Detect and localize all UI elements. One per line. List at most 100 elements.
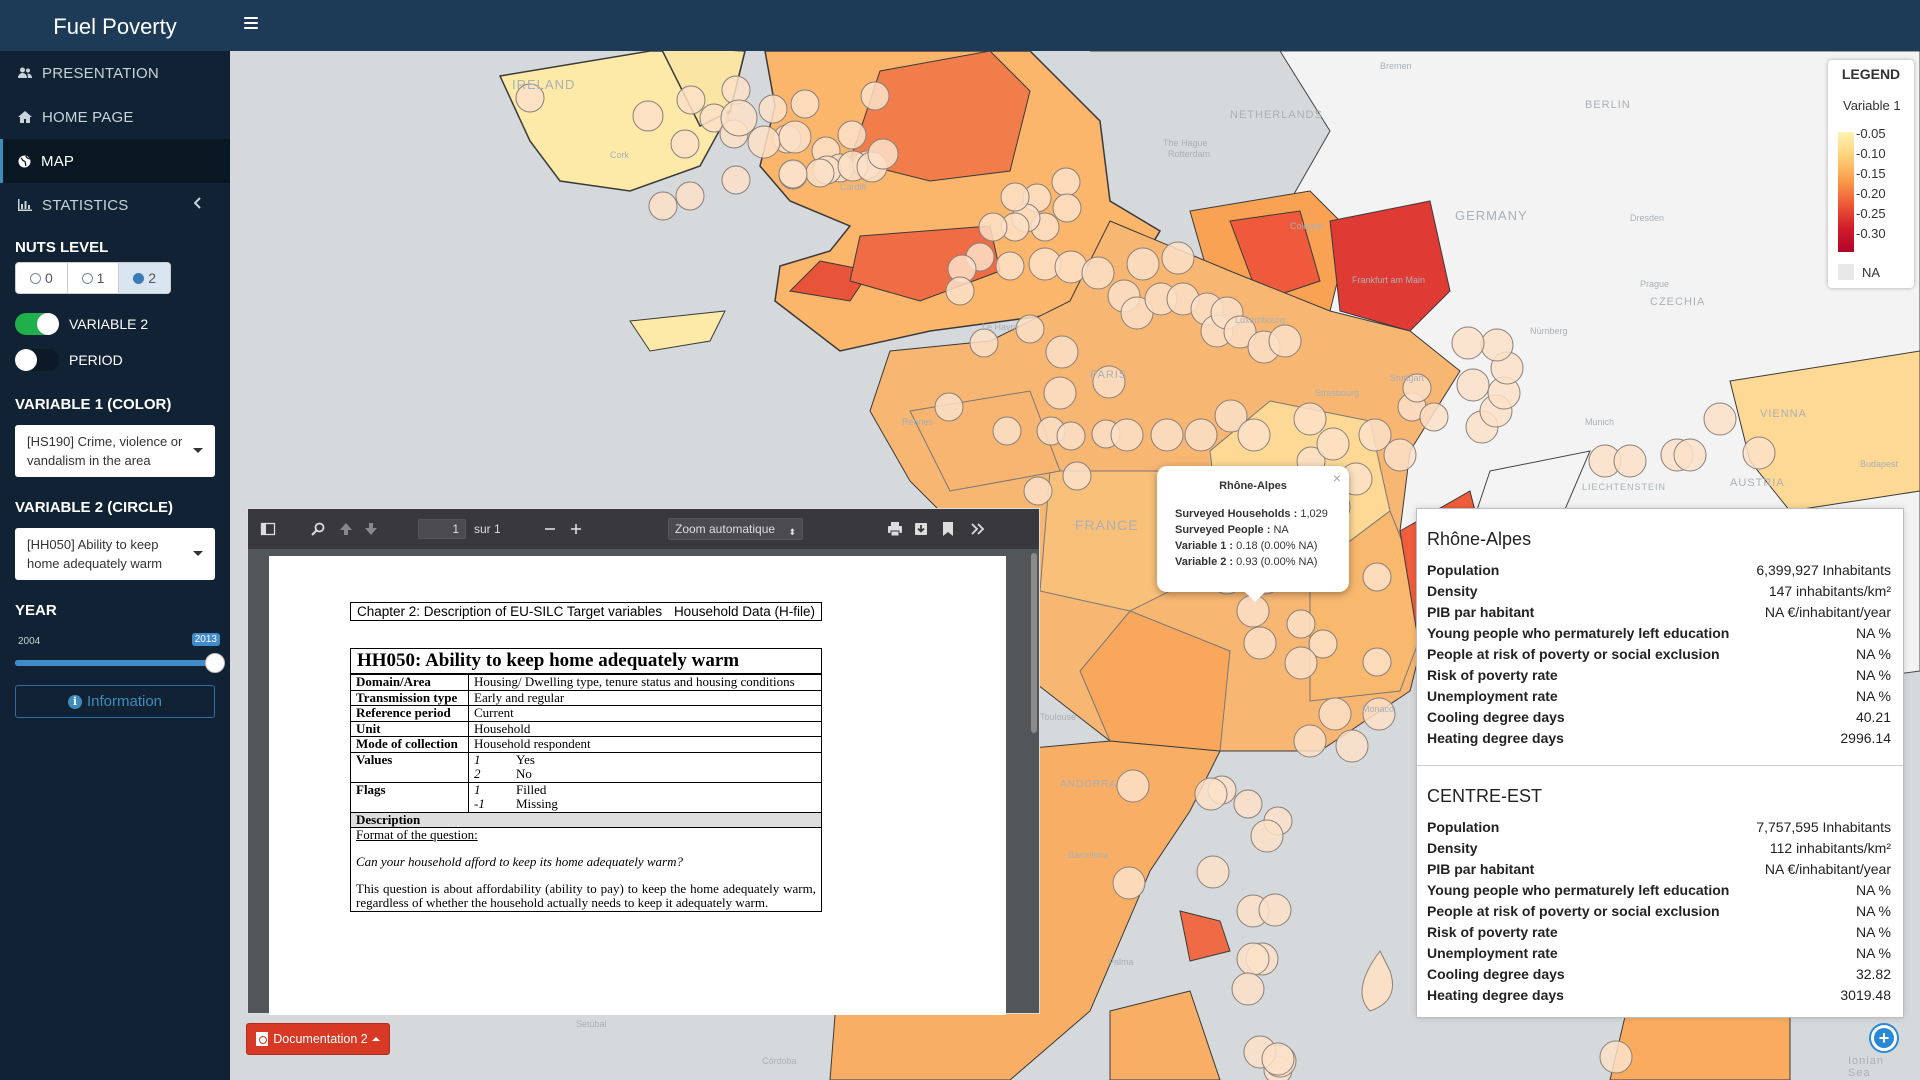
variable2-label: VARIABLE 2 (CIRCLE) <box>15 499 174 516</box>
code: 1 <box>474 751 481 767</box>
year-value-badge: 2013 <box>191 633 220 646</box>
chevron-left-icon <box>194 197 201 209</box>
year-slider-fill <box>15 660 215 666</box>
stat-label: Cooling degree days <box>1427 709 1565 725</box>
variable1-select[interactable]: [HS190] Crime, violence or vandalism in … <box>15 425 215 477</box>
map-label-prague: Prague <box>1640 279 1670 289</box>
previous-page-icon[interactable] <box>338 521 354 537</box>
stat-row: Young people who permaturely left educat… <box>1427 623 1891 644</box>
stat-row: Unemployment rate NA % <box>1427 943 1891 964</box>
stat-label: Risk of poverty rate <box>1427 924 1558 940</box>
description-heading: Description <box>351 813 821 828</box>
variable1-value: [HS190] Crime, violence or vandalism in … <box>27 434 183 468</box>
map-label-paris: PARIS <box>1090 369 1128 381</box>
legend-title: LEGEND <box>1841 66 1901 82</box>
code-label: Filled <box>516 781 547 797</box>
popup-close-icon[interactable]: × <box>1333 470 1341 486</box>
zoom-out-icon[interactable] <box>542 521 558 537</box>
expand-button[interactable]: + <box>1869 1023 1899 1053</box>
legend-tick: -0.15 <box>1856 166 1886 181</box>
stat-row: People at risk of poverty or social excl… <box>1427 901 1891 922</box>
stat-row: Cooling degree days 40.21 <box>1427 707 1891 728</box>
tools-chevron-icon[interactable] <box>970 521 986 537</box>
year-slider-track[interactable] <box>15 653 225 673</box>
next-page-icon[interactable] <box>363 521 379 537</box>
stat-value: NA % <box>1855 667 1891 683</box>
nuts-level-label: NUTS LEVEL <box>15 239 109 256</box>
stat-label: People at risk of poverty or social excl… <box>1427 646 1720 662</box>
menu-toggle-icon[interactable] <box>244 17 258 29</box>
sidebar-item-map[interactable]: MAP <box>0 139 230 183</box>
year-slider[interactable]: 2004 2013 <box>15 633 225 673</box>
sidebar-item-statistics[interactable]: STATISTICS <box>0 183 230 227</box>
nuts-option-0[interactable]: 0 <box>16 263 68 293</box>
sidebar-item-home-page[interactable]: HOME PAGE <box>0 95 230 139</box>
documentation-button-label: Documentation 2 <box>273 1032 368 1046</box>
map-label-berlin: BERLIN <box>1585 99 1631 111</box>
metadata-key: Unit <box>350 720 469 737</box>
documentation-dropdown-button[interactable]: Documentation 2 <box>246 1023 390 1055</box>
radio-icon <box>29 272 41 284</box>
stat-row: PIB par habitant NA €/inhabitant/year <box>1427 859 1891 880</box>
map-label-budapest: Budapest <box>1860 459 1899 469</box>
stat-label: Density <box>1427 583 1478 599</box>
info-icon: i <box>67 694 82 709</box>
zoom-in-icon[interactable] <box>568 521 584 537</box>
page-count: sur 1 <box>474 522 501 536</box>
bookmark-icon[interactable] <box>940 521 956 537</box>
sidebar-item-label: STATISTICS <box>42 196 129 214</box>
map-label-palma: Palma <box>1108 957 1134 967</box>
nuts-option-1[interactable]: 1 <box>68 263 120 293</box>
stat-row: Risk of poverty rate NA % <box>1427 922 1891 943</box>
popup-value: 1,029 <box>1300 508 1328 520</box>
page-number-input[interactable]: 1 <box>418 519 466 539</box>
sidebar-toggle-icon[interactable] <box>260 521 276 537</box>
code: -1 <box>474 796 485 811</box>
stat-row: Risk of poverty rate NA % <box>1427 665 1891 686</box>
stat-value: 2996.14 <box>1840 730 1891 746</box>
map-label-barcelona: Barcelona <box>1068 850 1109 860</box>
year-slider-handle[interactable] <box>205 653 225 673</box>
caret-down-icon <box>193 551 203 556</box>
map-label-luxembourg: Luxembourg <box>1235 315 1286 325</box>
variable2-select[interactable]: [HH050] Ability to keep home adequately … <box>15 528 215 580</box>
download-icon[interactable] <box>913 521 929 537</box>
question-text: Can your household afford to keep its ho… <box>356 854 684 869</box>
information-button[interactable]: i Information <box>15 685 215 718</box>
stat-row: Unemployment rate NA % <box>1427 686 1891 707</box>
stat-row: Heating degree days 2996.14 <box>1427 728 1891 749</box>
legend-tick: -0.20 <box>1856 186 1886 201</box>
legend-variable: Variable 1 <box>1843 98 1901 113</box>
radio-icon <box>133 272 145 284</box>
metadata-key: Mode of collection <box>350 736 469 753</box>
variable2-toggle[interactable] <box>15 313 59 335</box>
zoom-select[interactable]: Zoom automatique ⬍ <box>668 518 803 540</box>
plus-icon: + <box>1874 1028 1894 1048</box>
sidebar-item-presentation[interactable]: PRESENTATION <box>0 51 230 95</box>
year-label: YEAR <box>15 602 57 619</box>
map-label-munich: Munich <box>1585 417 1615 427</box>
period-toggle[interactable] <box>15 349 59 371</box>
map-legend: LEGEND Variable 1 -0.05 -0.10 -0.15 -0.2… <box>1828 60 1914 288</box>
map-label-monaco: Monaco <box>1362 704 1395 714</box>
metadata-row: Reference period Current <box>350 705 822 722</box>
legend-na-swatch <box>1838 264 1854 280</box>
year-min-label: 2004 <box>18 636 41 647</box>
nuts-option-2[interactable]: 2 <box>119 263 170 293</box>
header-left: Chapter 2: Description of EU-SILC Target… <box>357 604 663 619</box>
region-popup: × Rhône-Alpes Surveyed Households : 1,02… <box>1157 466 1349 602</box>
metadata-value: Household <box>468 720 822 737</box>
map-label-rennes: Rennes <box>902 417 934 427</box>
map-label-cordoba: Córdoba <box>762 1056 797 1066</box>
code: 1 <box>474 781 481 797</box>
popup-title: Rhône-Alpes <box>1219 480 1287 492</box>
search-icon[interactable] <box>310 521 326 537</box>
pdf-page: Chapter 2: Description of EU-SILC Target… <box>269 556 1006 1015</box>
stat-value: NA % <box>1855 924 1891 940</box>
map-label-ireland: IRELAND <box>512 77 576 92</box>
print-icon[interactable] <box>887 521 903 537</box>
stat-row: Population 6,399,927 Inhabitants <box>1427 560 1891 581</box>
pdf-scrollbar[interactable] <box>1031 553 1037 733</box>
code-label: Yes <box>516 751 535 767</box>
pdf-viewer: 1 sur 1 Zoom automatique ⬍ Chapter 2: Des… <box>247 508 1040 1015</box>
